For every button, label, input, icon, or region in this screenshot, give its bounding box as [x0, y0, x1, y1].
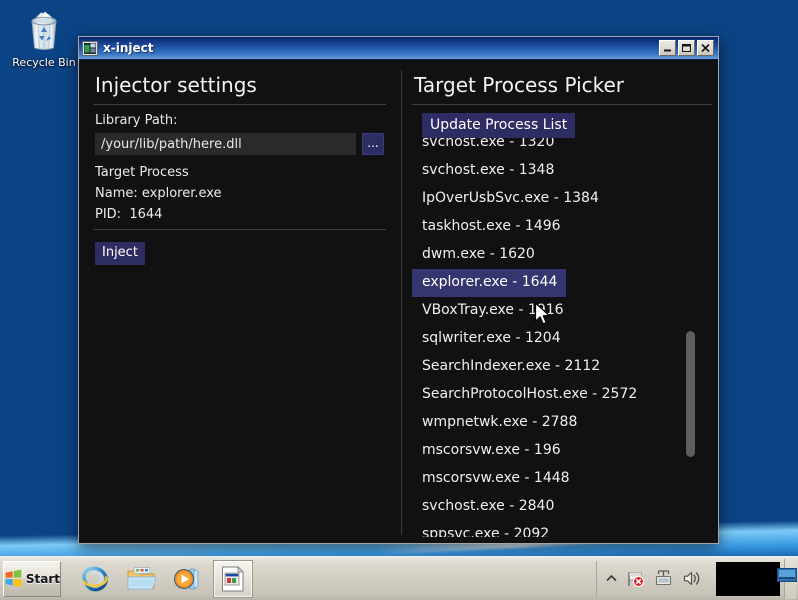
divider: [412, 104, 712, 105]
process-list-item[interactable]: sppsvc.exe - 2092: [412, 521, 712, 537]
process-list-scrollbar[interactable]: [686, 113, 695, 537]
process-list-item-label[interactable]: taskhost.exe - 1496: [412, 213, 712, 241]
target-process-pid: PID: 1644: [95, 207, 163, 222]
window-controls: [659, 40, 716, 56]
process-list-item-label[interactable]: sqlwriter.exe - 1204: [412, 325, 712, 353]
process-list-item[interactable]: sqlwriter.exe - 1204: [412, 325, 712, 353]
taskbar-x-inject-button[interactable]: [213, 559, 253, 598]
process-list-item-label[interactable]: IpOverUsbSvc.exe - 1384: [412, 185, 712, 213]
taskbar: Start: [0, 556, 798, 600]
panel-divider: [401, 70, 402, 535]
maximize-icon: [682, 44, 691, 52]
clock[interactable]: [716, 561, 780, 596]
windows-explorer-icon: [127, 566, 156, 589]
window-body: Injector settings Library Path: ... Targ…: [79, 60, 718, 543]
process-list-item[interactable]: explorer.exe - 1644: [412, 269, 712, 297]
tray-icons: [596, 560, 780, 597]
library-path-input[interactable]: [95, 133, 356, 155]
window-title: x-inject: [103, 41, 154, 55]
process-list[interactable]: svchost.exe - 1320 svchost.exe - 1348 IpOv…: [412, 113, 712, 537]
process-list-item[interactable]: mscorsvw.exe - 1448: [412, 465, 712, 493]
library-path-label: Library Path:: [95, 113, 178, 128]
browse-button[interactable]: ...: [362, 133, 384, 155]
process-list-item[interactable]: SearchIndexer.exe - 2112: [412, 353, 712, 381]
taskbar-windows-media-player[interactable]: [167, 560, 207, 598]
windows-logo-icon: [5, 569, 22, 588]
process-list-item-label[interactable]: SearchProtocolHost.exe - 2572: [412, 381, 712, 409]
process-list-item[interactable]: mscorsvw.exe - 196: [412, 437, 712, 465]
process-list-item-label[interactable]: sppsvc.exe - 2092: [412, 521, 712, 537]
target-process-picker-title: Target Process Picker: [414, 73, 625, 97]
start-label: Start: [25, 571, 60, 586]
process-list-item[interactable]: svchost.exe - 1348: [412, 157, 712, 185]
process-list-item[interactable]: wmpnetwk.exe - 2788: [412, 409, 712, 437]
process-list-item-label[interactable]: mscorsvw.exe - 1448: [412, 465, 712, 493]
minimize-icon: [664, 49, 671, 52]
process-list-item[interactable]: taskhost.exe - 1496: [412, 213, 712, 241]
action-center-button[interactable]: [626, 570, 645, 588]
process-list-item[interactable]: IpOverUsbSvc.exe - 1384: [412, 185, 712, 213]
close-button[interactable]: [697, 40, 714, 56]
close-icon: [701, 43, 710, 53]
window-titlebar[interactable]: x-inject: [79, 37, 718, 60]
divider: [93, 229, 386, 230]
volume-button[interactable]: [682, 570, 701, 587]
process-list-item-label[interactable]: svchost.exe - 2840: [412, 493, 712, 521]
process-list-item-label[interactable]: svchost.exe - 1348: [412, 157, 712, 185]
target-process-picker-panel: Target Process Picker Update Process Lis…: [409, 66, 712, 537]
inject-section: Inject: [93, 236, 386, 265]
process-list-area: Update Process List svchost.exe - 1320 sv…: [412, 113, 712, 537]
process-list-item[interactable]: SearchProtocolHost.exe - 2572: [412, 381, 712, 409]
target-process-info: Target Process Name: explorer.exe PID: 1…: [93, 155, 386, 227]
target-process-name: Name: explorer.exe: [95, 186, 222, 201]
process-list-item-label[interactable]: VBoxTray.exe - 1916: [412, 297, 712, 325]
injector-settings-panel: Injector settings Library Path: ... Targ…: [85, 66, 394, 537]
taskbar-windows-explorer[interactable]: [121, 560, 161, 598]
show-hidden-icons-chevron-icon: [606, 574, 617, 581]
update-process-list-button[interactable]: Update Process List: [422, 113, 576, 138]
start-button[interactable]: Start: [3, 560, 61, 597]
desktop-icon-recycle-bin[interactable]: Recycle Bin: [6, 8, 82, 69]
taskbar-internet-explorer[interactable]: [75, 560, 115, 598]
process-list-item-selected[interactable]: explorer.exe - 1644: [412, 269, 567, 297]
network-icon: [655, 570, 672, 586]
app-window-icon: [82, 40, 98, 56]
minimize-button[interactable]: [659, 40, 676, 56]
volume-icon: [683, 572, 700, 585]
injector-settings-title: Injector settings: [95, 73, 257, 97]
library-path-row: ...: [93, 133, 386, 155]
system-tray: [596, 558, 798, 599]
show-hidden-icons-button[interactable]: [606, 573, 617, 585]
x-inject-window: x-inject Injector settings Library Path:…: [78, 36, 719, 544]
desktop-icon-label: Recycle Bin: [12, 56, 76, 69]
process-list-item-label[interactable]: mscorsvw.exe - 196: [412, 437, 712, 465]
network-button[interactable]: [654, 570, 673, 587]
process-list-item[interactable]: VBoxTray.exe - 1916: [412, 297, 712, 325]
internet-explorer-icon: [82, 566, 108, 591]
recycle-bin-icon: [31, 11, 57, 50]
x-inject-taskbar-icon: [222, 565, 244, 591]
scrollbar-thumb[interactable]: [686, 331, 695, 457]
process-list-item-label[interactable]: wmpnetwk.exe - 2788: [412, 409, 712, 437]
desktop: Recycle Bin x-inject Injector settings L…: [0, 0, 798, 600]
process-list-item-label[interactable]: dwm.exe - 1620: [412, 241, 712, 269]
windows-media-player-icon: [174, 568, 199, 589]
process-list-item-label[interactable]: SearchIndexer.exe - 2112: [412, 353, 712, 381]
process-list-item[interactable]: dwm.exe - 1620: [412, 241, 712, 269]
action-center-flag-icon: [628, 571, 644, 587]
divider: [93, 104, 386, 105]
process-list-scroller: svchost.exe - 1320 svchost.exe - 1348 IpOv…: [412, 129, 712, 537]
quick-launch-bar: [75, 559, 253, 598]
inject-button[interactable]: Inject: [95, 242, 145, 265]
target-process-heading: Target Process: [95, 165, 189, 180]
maximize-button[interactable]: [678, 40, 695, 56]
taskbar-preview-thumbnail: [777, 568, 797, 582]
process-list-item[interactable]: svchost.exe - 2840: [412, 493, 712, 521]
